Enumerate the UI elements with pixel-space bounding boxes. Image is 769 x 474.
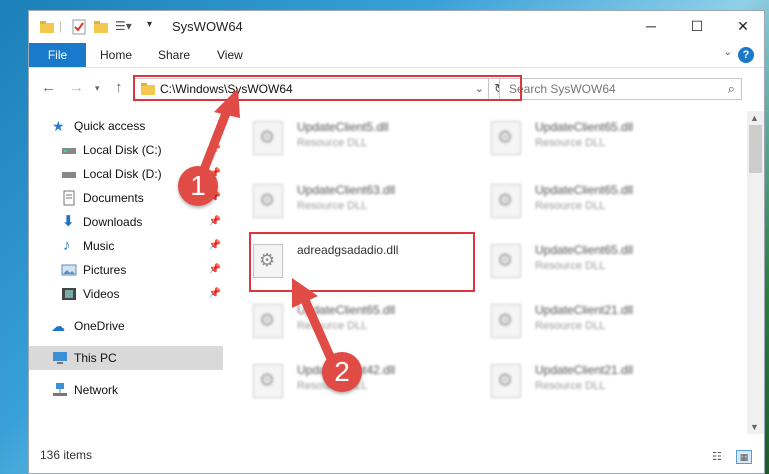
- step-2-badge: 2: [322, 352, 362, 392]
- arrow-1-head: [214, 88, 240, 118]
- step-1-badge: 1: [178, 166, 218, 206]
- annotation-overlay: [195, 88, 341, 375]
